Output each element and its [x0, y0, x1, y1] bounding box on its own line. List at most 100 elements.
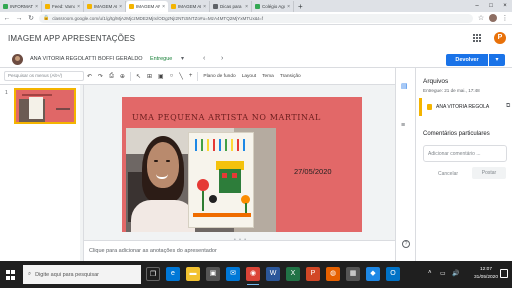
next-student-icon[interactable]: › — [221, 55, 223, 62]
filmstrip-scrollbar[interactable] — [80, 85, 83, 261]
drawing-stroke — [237, 139, 239, 151]
address-bar-row: ← → ↻ 🔒 classroom.google.com/u/1/g/tg/Mj… — [0, 12, 512, 25]
drawing-stroke — [195, 139, 197, 151]
slide-photo[interactable] — [126, 128, 276, 232]
student-name[interactable]: ANA VITORIA REGOLATTI BOFFI GERALDO — [30, 56, 143, 62]
textbox-tool-icon[interactable]: ⊞ — [144, 73, 155, 80]
account-avatar[interactable]: P — [494, 32, 506, 44]
reload-icon[interactable]: ↻ — [27, 14, 35, 22]
powerpoint-icon[interactable]: P — [306, 267, 320, 281]
tab-close-icon[interactable]: × — [119, 4, 122, 10]
app-icon[interactable]: ◆ — [366, 267, 380, 281]
delivered-timestamp: Entregue: 21 de mai., 17:48 — [423, 88, 480, 93]
undo-icon[interactable]: ↶ — [84, 73, 95, 80]
browser-tab[interactable]: Feed: Vamos abr× — [42, 1, 84, 12]
theme-button[interactable]: Tema — [259, 74, 277, 79]
select-tool-icon[interactable]: ↖ — [133, 73, 144, 80]
apps-grid-icon[interactable] — [473, 34, 481, 42]
tray-chevron-icon[interactable]: ˄ — [428, 270, 432, 276]
back-icon[interactable]: ← — [3, 15, 11, 22]
print-icon[interactable]: ⎙ — [106, 73, 117, 80]
drawing-stroke — [231, 139, 233, 151]
slide-date[interactable]: 27/05/2020 — [294, 167, 332, 176]
store-icon[interactable]: ▣ — [206, 267, 220, 281]
slide-thumbnail[interactable] — [14, 88, 76, 124]
return-button[interactable]: Devolver — [446, 54, 488, 66]
browser-tab[interactable]: Dicas para prepar× — [210, 1, 252, 12]
windows-start-icon[interactable] — [6, 270, 16, 280]
private-comments-heading: Comentários particulares — [423, 131, 490, 137]
tab-close-icon[interactable]: × — [245, 4, 248, 10]
new-tab-button[interactable]: + — [294, 1, 307, 12]
rubric-tab-icon[interactable]: ≡ — [401, 122, 405, 129]
bookmark-star-icon[interactable]: ☆ — [477, 14, 485, 22]
mail-icon[interactable]: ✉ — [226, 267, 240, 281]
toolbar-divider — [129, 71, 131, 81]
firefox-icon[interactable]: ◍ — [326, 267, 340, 281]
tab-close-icon[interactable]: × — [77, 4, 80, 10]
image-tool-icon[interactable]: ▣ — [155, 73, 167, 80]
search-menus-field[interactable]: Pesquisar os menus (Alt+/) — [4, 71, 84, 81]
speaker-notes-placeholder: Clique para adicionar as anotações do ap… — [89, 248, 217, 254]
excel-icon[interactable]: X — [286, 267, 300, 281]
network-icon[interactable]: ▭ — [440, 270, 446, 277]
maximize-icon[interactable]: □ — [484, 0, 498, 12]
tab-favicon-icon — [3, 4, 8, 9]
tab-close-icon[interactable]: × — [203, 4, 206, 10]
browser-profile-avatar[interactable] — [489, 14, 497, 22]
browser-tab[interactable]: IMAGEM APP AP× — [84, 1, 126, 12]
minimize-icon[interactable]: – — [470, 0, 484, 12]
comment-input[interactable]: Adicionar comentário ... — [423, 145, 507, 162]
tab-title: Colégio Agostinho — [262, 4, 285, 9]
browser-tab-active[interactable]: IMAGEM APP AP× — [126, 1, 168, 12]
layout-button[interactable]: Layout — [239, 74, 259, 79]
transition-button[interactable]: Transição — [277, 74, 304, 79]
open-external-icon[interactable]: ⧉ — [506, 103, 510, 110]
files-tab-icon[interactable]: ▤ — [401, 82, 408, 90]
photo-eye — [166, 160, 170, 162]
return-options-icon[interactable]: ▾ — [489, 54, 505, 66]
browser-tab-strip: INFORMATICA_N× Feed: Vamos abr× IMAGEM A… — [0, 0, 512, 12]
word-icon[interactable]: W — [266, 267, 280, 281]
add-comment-icon[interactable]: + — [186, 73, 196, 79]
task-view-icon[interactable]: ❐ — [146, 267, 160, 281]
file-explorer-icon[interactable]: ▬ — [186, 267, 200, 281]
outlook-icon[interactable]: O — [386, 267, 400, 281]
background-button[interactable]: Plano de fundo — [200, 74, 238, 79]
zoom-icon[interactable]: ⊕ — [117, 73, 128, 80]
tab-close-icon[interactable]: × — [35, 4, 38, 10]
tab-title: IMAGEM APP AP — [136, 4, 160, 9]
photo-eye — [154, 160, 158, 162]
student-bar: ANA VITORIA REGOLATTI BOFFI GERALDO Entr… — [0, 51, 512, 68]
photo-shirt — [131, 200, 195, 232]
edge-icon[interactable]: e — [166, 267, 180, 281]
student-dropdown-icon[interactable]: ▾ — [181, 55, 184, 62]
help-icon[interactable]: ? — [402, 240, 410, 248]
drawing-window — [232, 173, 237, 178]
url-field[interactable]: 🔒 classroom.google.com/u/1/g/tg/MjAzMjcz… — [39, 13, 473, 23]
forward-icon[interactable]: → — [15, 15, 23, 22]
slide-title[interactable]: UMA PEQUENA ARTISTA NO MARTINAL — [132, 113, 321, 122]
redo-icon[interactable]: ↷ — [95, 73, 106, 80]
notifications-icon[interactable] — [500, 269, 508, 278]
photos-icon[interactable]: ▦ — [346, 267, 360, 281]
attached-file[interactable]: ANA VITORIA REGOLA ⧉ — [419, 98, 511, 116]
browser-tab[interactable]: Colégio Agostinho× — [252, 1, 294, 12]
close-window-icon[interactable]: × — [498, 0, 512, 12]
chrome-icon[interactable]: ◉ — [246, 267, 260, 285]
taskbar-clock[interactable]: 12:07 31/05/2020 — [474, 266, 498, 282]
line-tool-icon[interactable]: ╲ — [176, 73, 186, 80]
shape-tool-icon[interactable]: ○ — [167, 73, 177, 79]
cancel-button[interactable]: Cancelar — [438, 171, 458, 177]
taskbar-search[interactable]: ⌕ Digite aqui para pesquisar — [23, 265, 141, 284]
volume-icon[interactable]: 🔊 — [452, 270, 459, 277]
speaker-notes[interactable]: Clique para adicionar as anotações do ap… — [84, 240, 395, 261]
tab-close-icon[interactable]: × — [287, 4, 290, 10]
slide[interactable]: UMA PEQUENA ARTISTA NO MARTINAL 27/05/20… — [122, 97, 362, 232]
browser-menu-icon[interactable]: ⋮ — [501, 14, 509, 22]
browser-tab[interactable]: INFORMATICA_N× — [0, 1, 42, 12]
previous-student-icon[interactable]: ‹ — [203, 55, 205, 62]
browser-tab[interactable]: IMAGEM APP AP× — [168, 1, 210, 12]
tab-close-icon[interactable]: × — [162, 4, 165, 10]
post-button[interactable]: Postar — [472, 167, 506, 179]
